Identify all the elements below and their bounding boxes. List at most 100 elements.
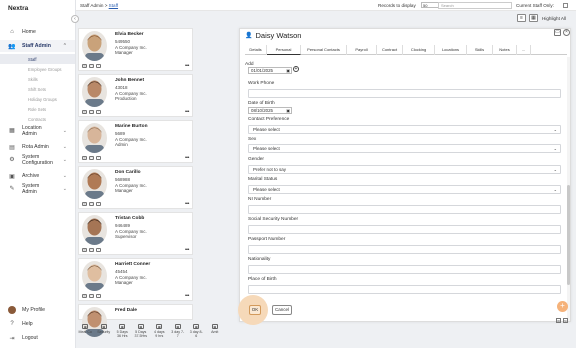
more-options-icon[interactable]: ••• bbox=[185, 293, 189, 299]
gender-select[interactable]: Prefer not to say ⌄ bbox=[248, 165, 561, 174]
document-icon[interactable]: ▢ bbox=[89, 64, 94, 68]
shift-template-button[interactable]: ▦ 3 day 8- 6 bbox=[187, 320, 206, 348]
shift-template-button[interactable]: ▦ 3 day 7- 7 bbox=[169, 320, 188, 348]
sidebar-subitem-skills[interactable]: Skills bbox=[0, 74, 75, 84]
tab-clocking[interactable]: Clocking bbox=[403, 45, 435, 55]
staff-card[interactable]: Fred Dale bbox=[78, 304, 193, 337]
sidebar-item-system-configuration[interactable]: ⚙ System Configuration ⌄ bbox=[0, 154, 75, 168]
sidebar-item-staff-admin[interactable]: 👥 Staff Admin ⌃ bbox=[0, 40, 75, 52]
ssn-field[interactable] bbox=[248, 225, 561, 234]
mail-icon[interactable]: ✉ bbox=[82, 294, 87, 298]
sidebar-item-system-admin[interactable]: ✎ System Admin ⌄ bbox=[0, 183, 75, 197]
document-icon[interactable]: ▢ bbox=[89, 248, 94, 252]
sidebar-item-location-admin[interactable]: ▦ Location Admin ⌄ bbox=[0, 125, 75, 139]
current-staff-only-checkbox[interactable] bbox=[563, 3, 568, 8]
more-options-icon[interactable]: ••• bbox=[185, 109, 189, 115]
shift-template-button[interactable]: ▦ 4 days 9 hrs bbox=[150, 320, 169, 348]
document-icon[interactable]: ▢ bbox=[89, 110, 94, 114]
work-phone-field[interactable] bbox=[248, 89, 561, 98]
tab-[interactable]: ... bbox=[517, 45, 531, 55]
cancel-button[interactable]: Cancel bbox=[272, 305, 292, 315]
staff-card[interactable]: John Bennet 43018 A Company Inc. Production… bbox=[78, 74, 193, 117]
ni-field[interactable] bbox=[248, 205, 561, 214]
staff-card[interactable]: Marine Burton 5689 A Company Inc. Admin ✉ ▢ ◔ •… bbox=[78, 120, 193, 163]
mail-icon[interactable]: ✉ bbox=[82, 202, 87, 206]
sidebar-subitem-shift-sets[interactable]: Shift Sets bbox=[0, 84, 75, 94]
document-icon[interactable]: ▢ bbox=[89, 202, 94, 206]
shift-template-button[interactable]: ▦ Amit bbox=[206, 320, 225, 348]
document-icon[interactable]: ▢ bbox=[89, 156, 94, 160]
shift-template-button[interactable]: ▦ Security bbox=[95, 320, 114, 348]
tab-contract[interactable]: Contract bbox=[377, 45, 403, 55]
passport-field[interactable] bbox=[248, 245, 561, 254]
shift-template-button[interactable]: ▦ 5 Days 37.5Hrs bbox=[132, 320, 151, 348]
clock-icon[interactable]: ◔ bbox=[96, 294, 101, 298]
sidebar-item-label: My Profile bbox=[22, 307, 46, 313]
sex-select[interactable]: Please select ⌄ bbox=[248, 144, 561, 153]
sidebar-subitem-employee-groups[interactable]: Employee Groups bbox=[0, 64, 75, 74]
more-options-icon[interactable]: ••• bbox=[185, 201, 189, 207]
add-staff-button[interactable]: + bbox=[557, 301, 568, 312]
tab-locations[interactable]: Locations bbox=[435, 45, 467, 55]
mail-icon[interactable]: ✉ bbox=[82, 64, 87, 68]
refresh-icon[interactable]: ↻ bbox=[563, 318, 568, 323]
marital-select[interactable]: Please select ⌄ bbox=[248, 185, 561, 194]
dob-field[interactable]: 08/10/2025 ▣ bbox=[248, 107, 292, 114]
add-button[interactable]: + bbox=[293, 66, 299, 72]
tab-payroll[interactable]: Payroll bbox=[347, 45, 377, 55]
sidebar-item-home[interactable]: ⌂ Home bbox=[0, 26, 75, 38]
tab-details[interactable]: Details bbox=[245, 45, 267, 55]
staff-card[interactable]: Harriett Conner 45454 A Company Inc. Manage… bbox=[78, 258, 193, 301]
shift-template-button[interactable]: ▦ Meal Co bbox=[76, 320, 95, 348]
chevron-down-icon: ⌄ bbox=[553, 167, 557, 172]
tab-personal-contacts[interactable]: Personal Contacts bbox=[301, 45, 347, 55]
contact-pref-select[interactable]: Please select ⌄ bbox=[248, 125, 561, 134]
tab-notes[interactable]: Notes bbox=[493, 45, 517, 55]
shift-template-button[interactable]: ▦ 5 Days 36 Hrs bbox=[113, 320, 132, 348]
staff-card[interactable]: Elvia Becker 549550 A Company Inc. Manager ✉… bbox=[78, 28, 193, 71]
sidebar-subitem-role-sets[interactable]: Role Sets bbox=[0, 104, 75, 114]
more-options-icon[interactable]: ••• bbox=[185, 63, 189, 69]
tab-personal[interactable]: Personal bbox=[267, 45, 301, 55]
add-date-field[interactable]: 01/01/2025 ▣ bbox=[248, 67, 292, 74]
sidebar-item-help[interactable]: ? Help bbox=[0, 318, 75, 330]
clock-icon[interactable]: ◔ bbox=[96, 202, 101, 206]
records-select[interactable]: 50 bbox=[421, 2, 439, 8]
staff-card[interactable]: Don Carillo 568988 A Company Inc. Manager ✉ ▢… bbox=[78, 166, 193, 209]
ok-button[interactable]: OK bbox=[249, 305, 261, 315]
nationality-field[interactable] bbox=[248, 265, 561, 274]
sidebar-item-my-profile[interactable]: My Profile bbox=[0, 304, 75, 316]
more-options-icon[interactable]: ••• bbox=[185, 247, 189, 253]
mail-icon[interactable]: ✉ bbox=[82, 110, 87, 114]
sidebar-subitem-contracts[interactable]: Contracts bbox=[0, 114, 75, 124]
sidebar-subitem-staff[interactable]: Staff bbox=[0, 54, 75, 64]
panel-scroll-thumb[interactable] bbox=[567, 185, 570, 285]
clock-icon[interactable]: ◔ bbox=[96, 156, 101, 160]
sidebar-subitem-holiday-groups[interactable]: Holiday Groups bbox=[0, 94, 75, 104]
sidebar-item-logout[interactable]: ⇥ Logout bbox=[0, 332, 75, 344]
chevron-down-icon: ⌄ bbox=[553, 146, 557, 151]
close-button[interactable]: × bbox=[563, 29, 570, 36]
grid-view-button[interactable]: ▦ bbox=[529, 14, 538, 22]
staff-card[interactable]: Tristan Cobb 946489 A Company Inc. Supervis… bbox=[78, 212, 193, 255]
clock-icon[interactable]: ◔ bbox=[96, 64, 101, 68]
mail-icon[interactable]: ✉ bbox=[82, 156, 87, 160]
sidebar-item-rota-admin[interactable]: ▤ Rota Admin ⌄ bbox=[0, 141, 75, 153]
mail-icon[interactable]: ✉ bbox=[82, 248, 87, 252]
mail-icon[interactable]: ✉ bbox=[556, 318, 561, 323]
tab-skills[interactable]: Skills bbox=[467, 45, 493, 55]
pob-field[interactable] bbox=[248, 285, 561, 294]
document-icon[interactable]: ▢ bbox=[89, 294, 94, 298]
breadcrumb-staff[interactable]: Staff bbox=[109, 3, 118, 8]
maximize-button[interactable]: ▭ bbox=[554, 29, 561, 36]
highlight-all-toggle[interactable]: Highlight All bbox=[542, 16, 566, 21]
collapse-sidebar-button[interactable]: ‹ bbox=[71, 15, 79, 23]
list-view-button[interactable]: ≡ bbox=[517, 14, 526, 22]
sidebar-item-archive[interactable]: ▣ Archive ⌄ bbox=[0, 170, 75, 182]
clock-icon[interactable]: ◔ bbox=[96, 248, 101, 252]
search-input[interactable]: Search bbox=[438, 2, 512, 9]
more-options-icon[interactable]: ••• bbox=[185, 155, 189, 161]
clock-icon[interactable]: ◔ bbox=[96, 110, 101, 114]
staff-photo bbox=[82, 215, 107, 245]
breadcrumb-root[interactable]: Staff Admin bbox=[80, 3, 103, 8]
